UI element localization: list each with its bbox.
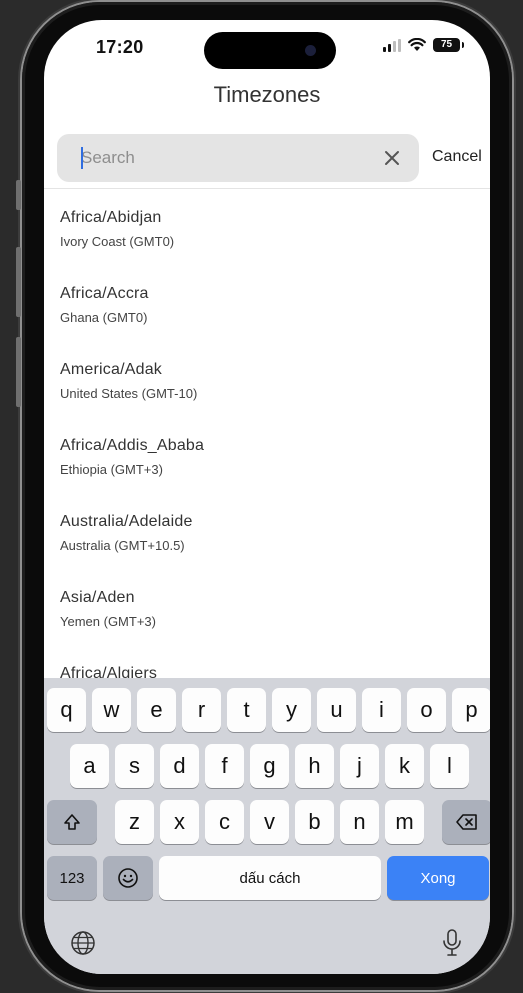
dynamic-island: [204, 32, 336, 69]
key-t[interactable]: t: [227, 688, 266, 732]
keyboard-footer: [44, 914, 490, 974]
key-s[interactable]: s: [115, 744, 154, 788]
key-x[interactable]: x: [160, 800, 199, 844]
timezone-name: Africa/Abidjan: [60, 209, 162, 226]
clear-icon[interactable]: [381, 147, 403, 169]
delete-key[interactable]: [442, 800, 490, 844]
key-o[interactable]: o: [407, 688, 446, 732]
timezone-detail: Ethiopia (GMT+3): [60, 462, 163, 477]
done-key[interactable]: Xong: [387, 856, 489, 900]
list-item[interactable]: Africa/Addis_Ababa Ethiopia (GMT+3): [44, 418, 490, 494]
list-item[interactable]: Africa/Algiers: [44, 646, 490, 680]
search-field[interactable]: [57, 134, 419, 182]
key-h[interactable]: h: [295, 744, 334, 788]
key-f[interactable]: f: [205, 744, 244, 788]
status-icons: 75: [383, 38, 464, 52]
key-a[interactable]: a: [70, 744, 109, 788]
key-c[interactable]: c: [205, 800, 244, 844]
key-e[interactable]: e: [137, 688, 176, 732]
timezone-name: Asia/Aden: [60, 589, 135, 606]
mute-switch: [16, 180, 21, 210]
globe-icon[interactable]: [70, 930, 96, 956]
text-caret: [81, 147, 83, 169]
key-b[interactable]: b: [295, 800, 334, 844]
timezone-detail: United States (GMT-10): [60, 386, 198, 401]
key-u[interactable]: u: [317, 688, 356, 732]
timezone-detail: Australia (GMT+10.5): [60, 538, 185, 553]
key-l[interactable]: l: [430, 744, 469, 788]
shift-key[interactable]: [47, 800, 97, 844]
list-item[interactable]: Asia/Aden Yemen (GMT+3): [44, 570, 490, 646]
timezone-name: Australia/Adelaide: [60, 513, 193, 530]
page-title: Timezones: [213, 82, 321, 107]
key-r[interactable]: r: [182, 688, 221, 732]
list-item[interactable]: America/Adak United States (GMT-10): [44, 342, 490, 418]
key-k[interactable]: k: [385, 744, 424, 788]
space-key[interactable]: dấu cách: [159, 856, 381, 900]
key-p[interactable]: p: [452, 688, 490, 732]
battery-icon: 75: [433, 38, 464, 52]
search-bar: Cancel: [44, 125, 490, 189]
shift-icon: [64, 814, 80, 830]
key-z[interactable]: z: [115, 800, 154, 844]
cancel-button[interactable]: Cancel: [432, 148, 482, 166]
signal-icon: [383, 38, 401, 52]
screen: 17:20 75 Timezones Cancel Africa/Abidjan…: [44, 20, 490, 974]
list-item[interactable]: Africa/Abidjan Ivory Coast (GMT0): [44, 190, 490, 266]
emoji-key[interactable]: [103, 856, 153, 900]
search-input[interactable]: [81, 134, 371, 182]
timezone-name: Africa/Addis_Ababa: [60, 437, 205, 454]
key-d[interactable]: d: [160, 744, 199, 788]
emoji-icon: [118, 868, 138, 888]
wifi-icon: [408, 38, 426, 51]
list-item[interactable]: Australia/Adelaide Australia (GMT+10.5): [44, 494, 490, 570]
key-q[interactable]: q: [47, 688, 86, 732]
microphone-icon[interactable]: [442, 928, 462, 958]
timezone-name: Africa/Accra: [60, 285, 149, 302]
key-w[interactable]: w: [92, 688, 131, 732]
key-i[interactable]: i: [362, 688, 401, 732]
key-m[interactable]: m: [385, 800, 424, 844]
numbers-key[interactable]: 123: [47, 856, 97, 900]
camera-dot: [305, 45, 316, 56]
key-v[interactable]: v: [250, 800, 289, 844]
key-j[interactable]: j: [340, 744, 379, 788]
key-y[interactable]: y: [272, 688, 311, 732]
status-time: 17:20: [96, 37, 144, 57]
keyboard: q w e r t y u i o p a s d f g h j k l z …: [44, 678, 490, 974]
timezone-list: Africa/Abidjan Ivory Coast (GMT0) Africa…: [44, 190, 490, 680]
timezone-detail: Ivory Coast (GMT0): [60, 234, 175, 249]
key-g[interactable]: g: [250, 744, 289, 788]
volume-down-button: [16, 337, 21, 407]
key-n[interactable]: n: [340, 800, 379, 844]
timezone-name: America/Adak: [60, 361, 162, 378]
list-item[interactable]: Africa/Accra Ghana (GMT0): [44, 266, 490, 342]
volume-up-button: [16, 247, 21, 317]
timezone-detail: Yemen (GMT+3): [60, 614, 156, 629]
timezone-detail: Ghana (GMT0): [60, 310, 148, 325]
delete-icon: [456, 814, 477, 830]
